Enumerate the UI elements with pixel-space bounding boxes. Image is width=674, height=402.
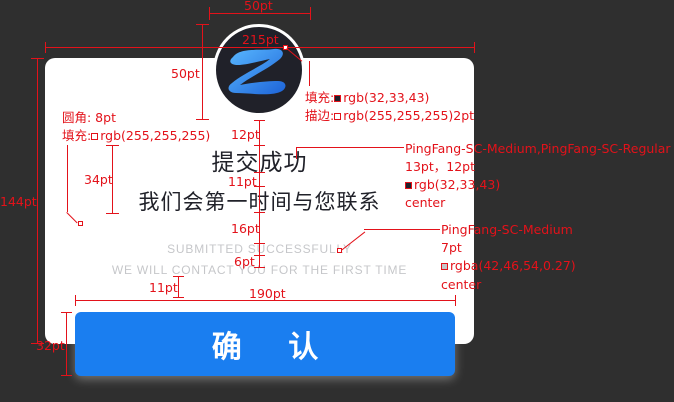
dimension-tick xyxy=(310,7,311,20)
dimension-tick xyxy=(106,145,119,146)
avatar-fill-label: 填充: xyxy=(305,90,335,105)
font-cn-size: 13pt，12pt xyxy=(405,159,475,174)
dimension-tick xyxy=(31,58,44,59)
dimension-tick xyxy=(254,120,265,121)
dimension-line xyxy=(178,276,179,298)
font-en-note: PingFang-SC-Medium xyxy=(441,222,573,237)
dimension-tick xyxy=(254,212,265,213)
card-fill-note: 填充: rgb(255,255,255) xyxy=(62,128,210,143)
color-swatch xyxy=(405,182,412,189)
leader-line xyxy=(67,145,68,212)
color-swatch xyxy=(441,263,448,270)
dimension-tick xyxy=(75,295,76,306)
dimension-tick xyxy=(209,7,210,20)
font-en-color: rgba(42,46,54,0.27) xyxy=(441,258,576,273)
dim-label-width-50: 50pt xyxy=(244,0,273,13)
dim-label-width-215: 215pt xyxy=(242,32,279,47)
font-en-color-value: rgba(42,46,54,0.27) xyxy=(450,258,576,273)
dimension-tick xyxy=(474,42,475,53)
dimension-tick xyxy=(196,119,209,120)
card-fill-label: 填充: xyxy=(62,128,92,143)
dimension-line xyxy=(259,120,260,268)
font-cn-align: center xyxy=(405,195,446,210)
dim-label-height-144: 144pt xyxy=(0,194,37,209)
dim-label-gap-11b: 11pt xyxy=(149,280,178,295)
card-radius-note: 圆角: 8pt xyxy=(62,110,116,125)
avatar-stroke-label: 描边: xyxy=(305,108,335,123)
dimension-tick xyxy=(45,42,46,53)
leader-line xyxy=(309,61,310,86)
avatar-stroke-value: rgb(255,255,255)2pt xyxy=(343,108,475,123)
dimension-tick xyxy=(254,145,265,146)
color-swatch xyxy=(334,113,342,120)
dimension-tick xyxy=(254,267,265,268)
font-cn-color: rgb(32,33,43) xyxy=(405,177,500,192)
dim-label-height-32: 32pt xyxy=(36,338,65,353)
dim-label-gap-16: 16pt xyxy=(231,221,260,236)
dimension-tick xyxy=(106,213,119,214)
dimension-tick xyxy=(254,243,265,244)
leader-line xyxy=(296,147,404,148)
leader-line xyxy=(364,229,440,230)
dimension-line xyxy=(66,312,67,376)
dim-label-gap-6: 6pt xyxy=(234,254,255,269)
dimension-tick xyxy=(254,255,265,256)
confirm-button[interactable]: 确 认 xyxy=(75,312,455,376)
dimension-line xyxy=(209,13,311,14)
dimension-tick xyxy=(254,172,265,173)
leader-line xyxy=(296,147,297,159)
avatar-stroke-note: 描边: rgb(255,255,255)2pt xyxy=(305,108,474,123)
color-swatch xyxy=(91,133,99,140)
dim-label-width-190: 190pt xyxy=(249,286,286,301)
dimension-tick xyxy=(61,312,72,313)
color-swatch xyxy=(334,95,342,102)
annotation-marker xyxy=(78,221,83,226)
dim-label-gap-11a: 11pt xyxy=(228,174,257,189)
dimension-tick xyxy=(61,375,72,376)
dim-label-height-34: 34pt xyxy=(84,172,113,187)
dimension-tick xyxy=(173,297,184,298)
font-cn-note: PingFang-SC-Medium,PingFang-SC-Regular xyxy=(405,141,671,156)
avatar-fill-note: 填充: rgb(32,33,43) xyxy=(305,90,429,105)
font-cn-color-value: rgb(32,33,43) xyxy=(414,177,501,192)
dim-label-gap-12: 12pt xyxy=(231,127,260,142)
dimension-line xyxy=(45,47,474,48)
avatar-fill-value: rgb(32,33,43) xyxy=(343,90,430,105)
font-en-align: center xyxy=(441,277,482,292)
font-en-size: 7pt xyxy=(441,240,462,255)
card-fill-value: rgb(255,255,255) xyxy=(100,128,211,143)
dim-label-height-50: 50pt xyxy=(171,66,200,81)
dimension-line xyxy=(37,58,38,344)
dimension-tick xyxy=(455,295,456,306)
dimension-tick xyxy=(173,276,184,277)
dimension-tick xyxy=(196,24,209,25)
dimension-line xyxy=(202,24,203,120)
